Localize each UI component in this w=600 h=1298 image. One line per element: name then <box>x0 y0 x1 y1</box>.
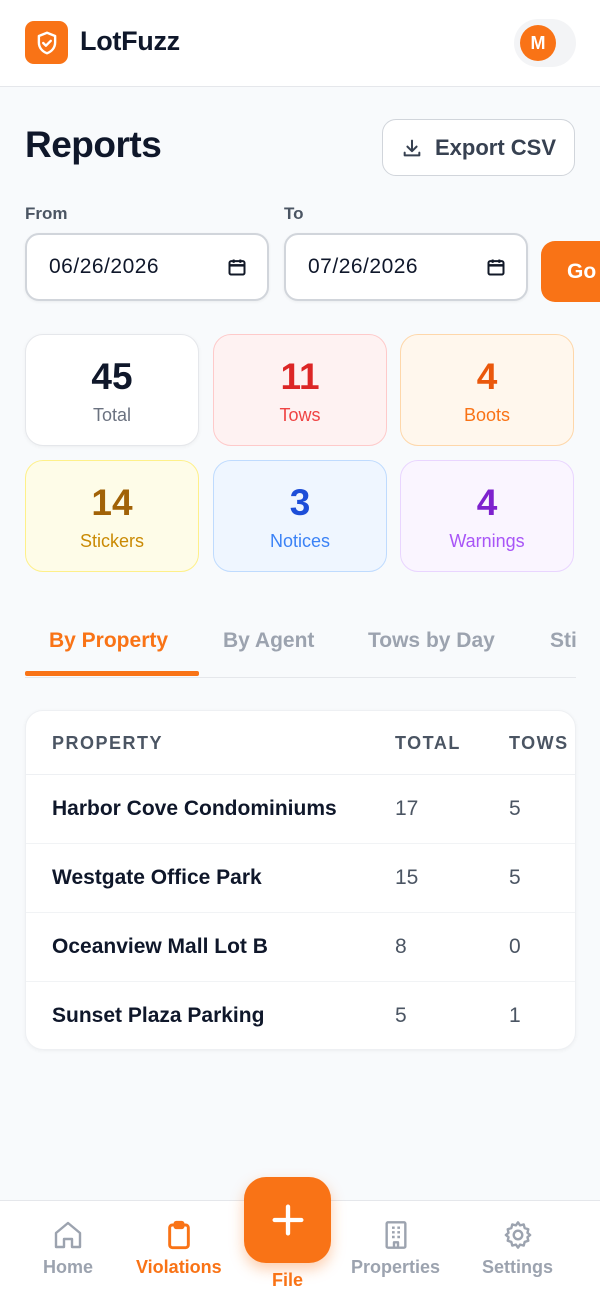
calendar-icon[interactable] <box>486 257 506 277</box>
table-row[interactable]: Sunset Plaza Parking 5 1 <box>26 982 575 1049</box>
total-count: 17 <box>395 797 419 820</box>
to-label: To <box>284 204 304 223</box>
column-header-property[interactable]: PROPERTY <box>52 733 163 754</box>
gear-icon <box>504 1221 531 1249</box>
stat-label: Notices <box>269 531 331 551</box>
avatar: M <box>520 25 556 61</box>
home-icon <box>54 1221 82 1249</box>
tows-count: 1 <box>509 1004 521 1027</box>
tab-tows-by-day[interactable]: Tows by Day <box>368 629 495 653</box>
stat-value: 11 <box>280 356 320 397</box>
property-name: Harbor Cove Condominiums <box>52 797 337 820</box>
property-name: Sunset Plaza Parking <box>52 1004 265 1027</box>
property-name: Westgate Office Park <box>52 866 262 889</box>
table-row[interactable]: Harbor Cove Condominiums 17 5 <box>26 775 575 844</box>
download-icon <box>403 139 421 156</box>
nav-properties-label: Properties <box>351 1257 441 1277</box>
table-row[interactable]: Oceanview Mall Lot B 8 0 <box>26 913 575 982</box>
stat-label: Warnings <box>449 531 525 551</box>
shield-icon <box>25 21 68 64</box>
from-label: From <box>25 204 68 223</box>
nav-home[interactable]: Home <box>43 1219 93 1278</box>
tows-count: 5 <box>509 797 521 820</box>
brand-name: LotFuzz <box>80 26 180 56</box>
property-report-table: PROPERTY TOTAL TOWS Harbor Cove Condomin… <box>25 710 576 1050</box>
stat-card-boots: 4 Boots <box>400 334 574 446</box>
table-header: PROPERTY TOTAL TOWS <box>26 711 575 775</box>
building-icon <box>384 1221 407 1249</box>
stat-label: Total <box>92 405 132 425</box>
export-csv-button[interactable]: Export CSV <box>382 119 575 176</box>
column-header-total[interactable]: TOTAL <box>395 733 461 754</box>
table-row[interactable]: Westgate Office Park 15 5 <box>26 844 575 913</box>
nav-settings-label: Settings <box>482 1257 554 1277</box>
stat-label: Tows <box>279 405 321 425</box>
total-count: 5 <box>395 1004 407 1027</box>
file-label: File <box>271 1270 303 1290</box>
nav-properties[interactable]: Properties <box>351 1219 440 1278</box>
column-header-tows[interactable]: TOWS <box>509 733 569 754</box>
from-date-value: 06/26/2026 <box>49 255 160 278</box>
clipboard-icon <box>168 1220 190 1250</box>
stat-value: 14 <box>91 482 133 523</box>
report-tabs: By Property By Agent Tows by Day Sti <box>25 612 576 678</box>
file-violation-button[interactable] <box>244 1177 331 1263</box>
nav-home-label: Home <box>43 1257 94 1277</box>
stat-value: 4 <box>476 482 498 523</box>
tows-count: 0 <box>509 935 521 958</box>
stat-card-stickers: 14 Stickers <box>25 460 199 572</box>
stat-card-notices: 3 Notices <box>213 460 387 572</box>
to-date-input[interactable]: 07/26/2026 <box>284 233 528 301</box>
nav-settings[interactable]: Settings <box>482 1219 553 1278</box>
stat-label: Boots <box>463 405 511 425</box>
stat-value: 4 <box>476 356 498 397</box>
calendar-icon[interactable] <box>227 257 247 277</box>
nav-violations-label: Violations <box>136 1257 222 1277</box>
stat-value: 3 <box>289 482 311 523</box>
page-title: Reports <box>25 124 162 165</box>
stat-card-total: 45 Total <box>25 334 199 446</box>
tab-by-agent[interactable]: By Agent <box>223 629 314 653</box>
active-tab-indicator <box>25 671 199 676</box>
total-count: 15 <box>395 866 419 889</box>
export-csv-label: Export CSV <box>434 134 557 160</box>
tab-by-property[interactable]: By Property <box>49 629 168 653</box>
stat-value: 45 <box>91 356 133 397</box>
tows-count: 5 <box>509 866 521 889</box>
stat-card-tows: 11 Tows <box>213 334 387 446</box>
tab-stickers[interactable]: Sti <box>550 629 576 653</box>
property-name: Oceanview Mall Lot B <box>52 935 268 958</box>
stat-label: Stickers <box>79 531 144 551</box>
user-menu-button[interactable]: M <box>514 19 576 67</box>
go-button[interactable]: Go <box>541 241 600 302</box>
total-count: 8 <box>395 935 407 958</box>
from-date-input[interactable]: 06/26/2026 <box>25 233 269 301</box>
plus-icon <box>272 1204 303 1236</box>
stat-card-warnings: 4 Warnings <box>400 460 574 572</box>
app-header: LotFuzz M <box>0 0 600 87</box>
to-date-value: 07/26/2026 <box>308 255 419 278</box>
nav-violations[interactable]: Violations <box>136 1219 222 1278</box>
